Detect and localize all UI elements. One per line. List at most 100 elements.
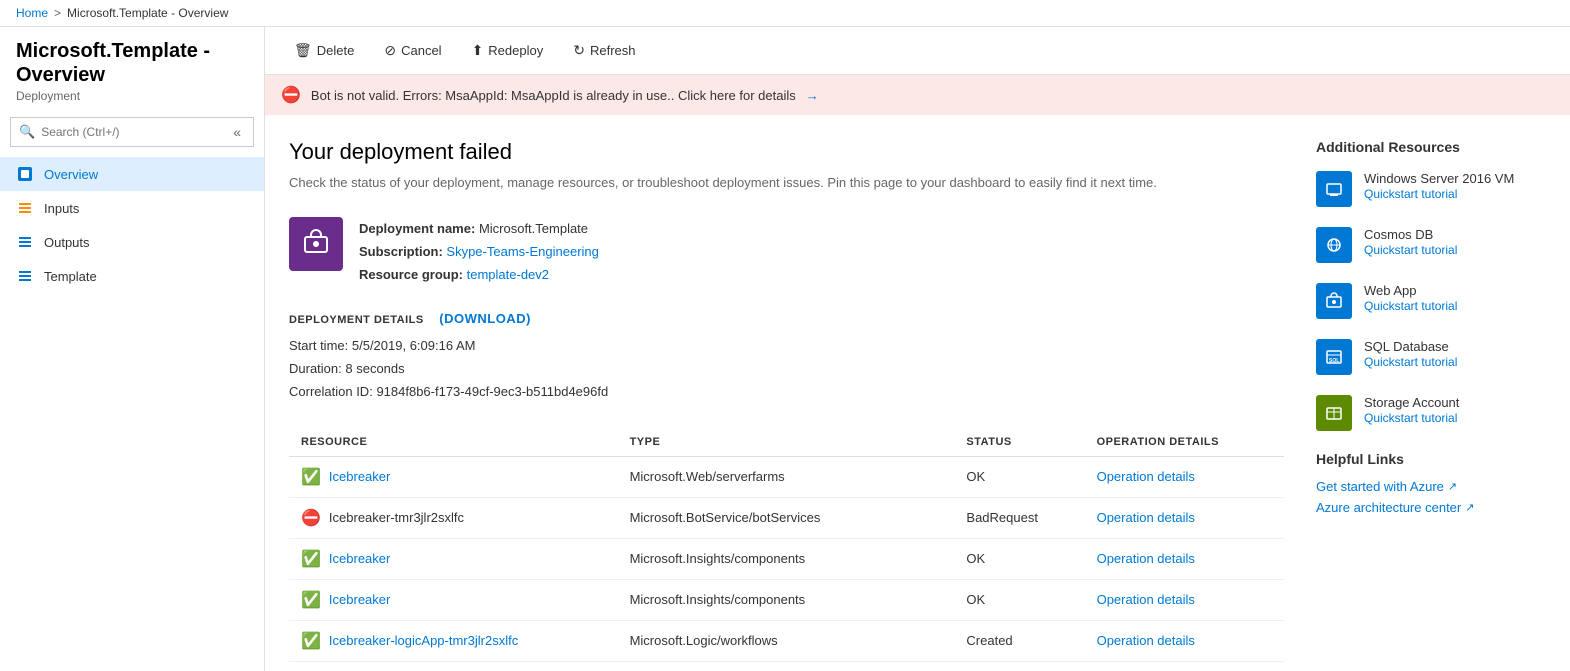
- resource-icon-2: [1316, 283, 1352, 319]
- resource-quickstart-2[interactable]: Quickstart tutorial: [1364, 299, 1457, 313]
- additional-resource-0[interactable]: Windows Server 2016 VM Quickstart tutori…: [1316, 171, 1546, 207]
- operation-details-link[interactable]: Operation details: [1097, 592, 1195, 607]
- alert-arrow[interactable]: →: [806, 88, 819, 103]
- toolbar: 🗑 Delete ⊘ Cancel ⬆ Redeploy ↻ Refresh: [265, 27, 1570, 75]
- additional-resource-4[interactable]: Storage Account Quickstart tutorial: [1316, 395, 1546, 431]
- resource-icon-4: [1316, 395, 1352, 431]
- breadcrumb-sep: >: [54, 6, 61, 20]
- deployment-failed-title: Your deployment failed: [289, 139, 1284, 165]
- sidebar-item-outputs[interactable]: Outputs: [0, 225, 264, 259]
- svg-text:SQL: SQL: [1329, 358, 1339, 364]
- additional-resource-2[interactable]: Web App Quickstart tutorial: [1316, 283, 1546, 319]
- resource-name-3: SQL Database: [1364, 339, 1457, 354]
- deployment-description: Check the status of your deployment, man…: [289, 173, 1284, 193]
- resource-status: Created: [954, 620, 1084, 661]
- deployment-info: Deployment name: Microsoft.Template Subs…: [289, 217, 1284, 287]
- delete-label: Delete: [317, 43, 355, 58]
- deployment-meta: Deployment name: Microsoft.Template Subs…: [359, 217, 599, 287]
- template-icon: [16, 267, 34, 285]
- helpful-link-1[interactable]: Azure architecture center↗: [1316, 500, 1546, 515]
- search-input[interactable]: [41, 125, 223, 139]
- details-header: DEPLOYMENT DETAILS (Download): [289, 311, 1284, 326]
- breadcrumb-current: Microsoft.Template - Overview: [67, 6, 228, 20]
- table-row: ✅Icebreaker Microsoft.Web/serverfarms OK…: [289, 456, 1284, 497]
- redeploy-icon: ⬆: [472, 42, 484, 59]
- resource-name-2: Web App: [1364, 283, 1457, 298]
- delete-button[interactable]: 🗑 Delete: [281, 35, 367, 66]
- table-row: ✅Icebreaker Microsoft.Insights/component…: [289, 538, 1284, 579]
- refresh-icon: ↻: [573, 42, 585, 59]
- additional-resource-3[interactable]: SQL SQL Database Quickstart tutorial: [1316, 339, 1546, 375]
- helpful-link-0[interactable]: Get started with Azure↗: [1316, 479, 1546, 494]
- overview-icon: [16, 165, 34, 183]
- table-row: ✅Icebreaker Microsoft.Insights/component…: [289, 579, 1284, 620]
- additional-resources-title: Additional Resources: [1316, 139, 1546, 155]
- correlation-row: Correlation ID: 9184f8b6-f173-49cf-9ec3-…: [289, 380, 1284, 403]
- deployment-icon: [289, 217, 343, 271]
- collapse-button[interactable]: «: [229, 122, 245, 142]
- deployment-rg-row: Resource group: template-dev2: [359, 263, 599, 286]
- download-link[interactable]: (Download): [439, 311, 531, 326]
- resource-quickstart-3[interactable]: Quickstart tutorial: [1364, 355, 1457, 369]
- sidebar-item-label-template: Template: [44, 269, 97, 284]
- additional-resources-list: Windows Server 2016 VM Quickstart tutori…: [1316, 171, 1546, 431]
- resource-link[interactable]: Icebreaker: [329, 469, 390, 484]
- resource-group-link[interactable]: template-dev2: [467, 267, 549, 282]
- resources-table: RESOURCE TYPE STATUS OPERATION DETAILS ✅…: [289, 428, 1284, 671]
- right-sidebar: Additional Resources Windows Server 2016…: [1316, 139, 1546, 647]
- deployment-details: DEPLOYMENT DETAILS (Download) Start time…: [289, 311, 1284, 404]
- subscription-link[interactable]: Skype-Teams-Engineering: [446, 244, 598, 259]
- sidebar-item-inputs[interactable]: Inputs: [0, 191, 264, 225]
- refresh-label: Refresh: [590, 43, 636, 58]
- resource-link[interactable]: Icebreaker-logicApp-tmr3jlr2sxlfc: [329, 633, 518, 648]
- alert-message: Bot is not valid. Errors: MsaAppId: MsaA…: [311, 88, 796, 103]
- operation-details-link[interactable]: Operation details: [1097, 633, 1195, 648]
- col-resource: RESOURCE: [289, 428, 618, 457]
- resource-name: Icebreaker-tmr3jlr2sxlfc: [329, 510, 464, 525]
- cancel-label: Cancel: [401, 43, 441, 58]
- status-ok-icon: ✅: [301, 467, 321, 487]
- table-row: ⛔Icebreaker-storage-tmr3jlr2sxlfc Micros…: [289, 661, 1284, 671]
- resource-link[interactable]: Icebreaker: [329, 551, 390, 566]
- resource-type: Microsoft.Web/serverfarms: [618, 456, 955, 497]
- col-type: TYPE: [618, 428, 955, 457]
- nav-list: Overview Inputs Outputs Template: [0, 157, 264, 293]
- start-time-row: Start time: 5/5/2019, 6:09:16 AM: [289, 334, 1284, 357]
- breadcrumb: Home > Microsoft.Template - Overview: [0, 0, 1570, 27]
- col-status: STATUS: [954, 428, 1084, 457]
- refresh-button[interactable]: ↻ Refresh: [560, 35, 648, 66]
- operation-details-link[interactable]: Operation details: [1097, 551, 1195, 566]
- duration-row: Duration: 8 seconds: [289, 357, 1284, 380]
- resource-link[interactable]: Icebreaker: [329, 592, 390, 607]
- operation-details-link[interactable]: Operation details: [1097, 510, 1195, 525]
- operation-details-link[interactable]: Operation details: [1097, 469, 1195, 484]
- resource-name-4: Storage Account: [1364, 395, 1459, 410]
- resource-icon-0: [1316, 171, 1352, 207]
- resource-quickstart-4[interactable]: Quickstart tutorial: [1364, 411, 1457, 425]
- deployment-subscription-row: Subscription: Skype-Teams-Engineering: [359, 240, 599, 263]
- resource-name-1: Cosmos DB: [1364, 227, 1457, 242]
- status-ok-icon: ✅: [301, 590, 321, 610]
- left-panel: Your deployment failed Check the status …: [289, 139, 1284, 647]
- cancel-button[interactable]: ⊘ Cancel: [371, 35, 454, 66]
- alert-banner: ⛔ Bot is not valid. Errors: MsaAppId: Ms…: [265, 75, 1570, 115]
- redeploy-button[interactable]: ⬆ Redeploy: [459, 35, 557, 66]
- additional-resource-1[interactable]: Cosmos DB Quickstart tutorial: [1316, 227, 1546, 263]
- sidebar-header: Microsoft.Template - Overview Deployment: [0, 27, 264, 107]
- delete-icon: 🗑: [294, 42, 312, 59]
- status-error-icon: ⛔: [301, 508, 321, 528]
- col-operation: OPERATION DETAILS: [1085, 428, 1284, 457]
- resource-icon-3: SQL: [1316, 339, 1352, 375]
- outputs-icon: [16, 233, 34, 251]
- page-title: Microsoft.Template - Overview: [16, 39, 248, 87]
- resource-quickstart-0[interactable]: Quickstart tutorial: [1364, 187, 1457, 201]
- resource-status: OK: [954, 579, 1084, 620]
- resource-status: BadRequest: [954, 497, 1084, 538]
- search-box[interactable]: 🔍 «: [10, 117, 254, 147]
- resource-quickstart-1[interactable]: Quickstart tutorial: [1364, 243, 1457, 257]
- deployment-name-row: Deployment name: Microsoft.Template: [359, 217, 599, 240]
- sidebar-item-overview[interactable]: Overview: [0, 157, 264, 191]
- sidebar-item-template[interactable]: Template: [0, 259, 264, 293]
- table-body: ✅ Icebreaker Microsoft.Web/serverfarms OK…: [289, 456, 1284, 671]
- breadcrumb-home[interactable]: Home: [16, 6, 48, 20]
